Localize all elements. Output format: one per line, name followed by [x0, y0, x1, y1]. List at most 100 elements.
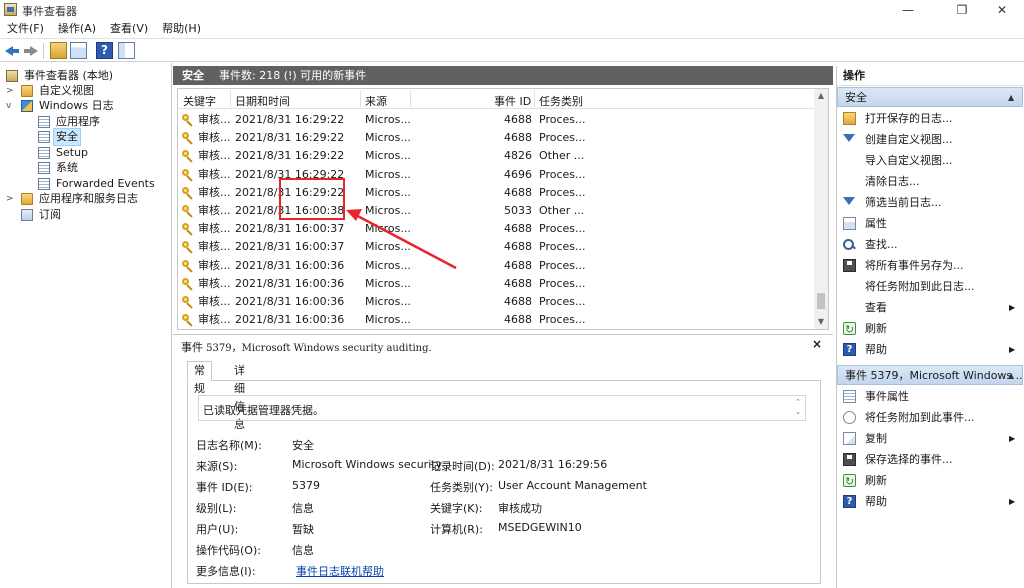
key-icon: [182, 241, 194, 253]
action-import-custom-view[interactable]: 导入自定义视图...: [837, 150, 1023, 171]
action-refresh[interactable]: 刷新: [837, 318, 1023, 340]
column-datetime[interactable]: 日期和时间: [235, 93, 290, 109]
action-copy[interactable]: 复制 ▶: [837, 428, 1023, 449]
action-create-custom-view[interactable]: 创建自定义视图...: [837, 129, 1023, 150]
collapse-up-icon[interactable]: ▲: [1008, 88, 1014, 106]
action-filter-current-log[interactable]: 筛选当前日志...: [837, 192, 1023, 213]
label-more-info: 更多信息(I):: [196, 565, 256, 578]
back-arrow-icon[interactable]: [4, 42, 21, 59]
description-scroll-arrows-icon[interactable]: ⌃ ⌄: [791, 397, 805, 419]
table-row[interactable]: 审核... 2021/8/31 16:00:36 Micros... 4688 Proc…: [178, 275, 814, 293]
action-properties[interactable]: 属性: [837, 213, 1023, 234]
cell-task-category: Proces...: [539, 131, 586, 145]
event-description: 已读取凭据管理器凭据。: [203, 404, 324, 417]
cell-keywords: 审核...: [198, 313, 231, 327]
menu-view[interactable]: 查看(V): [103, 20, 155, 38]
table-row[interactable]: 审核... 2021/8/31 16:00:36 Micros... 4688 Proc…: [178, 257, 814, 275]
close-button[interactable]: ✕: [980, 0, 1024, 20]
navigation-tree: 事件查看器 (本地) > 自定义视图 v Windows 日志 应用程序 安全 …: [0, 63, 172, 588]
menu-bar: 文件(F) 操作(A) 查看(V) 帮助(H): [0, 20, 1024, 38]
action-label: 查看: [865, 301, 887, 314]
chevron-down-icon[interactable]: v: [6, 98, 11, 114]
table-row[interactable]: 审核... 2021/8/31 16:29:22 Micros... 4826 Othe…: [178, 147, 814, 165]
column-divider[interactable]: [230, 91, 231, 107]
online-help-link[interactable]: 事件日志联机帮助: [296, 563, 384, 579]
tab-details[interactable]: 详细信息: [227, 361, 252, 431]
chevron-right-icon[interactable]: >: [6, 83, 14, 99]
cell-keywords: 审核...: [198, 149, 231, 163]
cell-datetime: 2021/8/31 16:00:36: [235, 276, 345, 290]
table-row[interactable]: 审核... 2021/8/31 16:29:22 Micros... 4688 Proc…: [178, 111, 814, 129]
table-row[interactable]: 审核... 2021/8/31 16:00:36 Micros... 4688 Proc…: [178, 311, 814, 329]
column-divider[interactable]: [360, 91, 361, 107]
actions-section-log[interactable]: 安全 ▲: [837, 87, 1023, 107]
event-description-box[interactable]: 已读取凭据管理器凭据。 ⌃ ⌄: [198, 395, 806, 421]
windows-logs-icon: [21, 100, 33, 112]
action-attach-task-to-event[interactable]: 将任务附加到此事件...: [837, 407, 1023, 428]
scroll-up-icon[interactable]: ▲: [814, 89, 828, 103]
value-level: 信息: [292, 502, 314, 515]
value-log-name: 安全: [292, 439, 314, 452]
menu-action[interactable]: 操作(A): [51, 20, 103, 38]
event-list-scrollbar[interactable]: ▲ ▼: [814, 89, 828, 329]
action-save-selected-events[interactable]: 保存选择的事件...: [837, 449, 1023, 470]
event-list-header: 关键字 日期和时间 来源 事件 ID 任务类别: [178, 89, 814, 109]
column-event-id[interactable]: 事件 ID: [494, 93, 531, 109]
table-row[interactable]: 审核... 2021/8/31 16:00:38 Micros... 5033 Othe…: [178, 202, 814, 220]
value-logged: 2021/8/31 16:29:56: [498, 458, 608, 471]
table-row[interactable]: 审核... 2021/8/31 16:29:22 Micros... 4696 Proc…: [178, 166, 814, 184]
scroll-down-icon[interactable]: ▼: [814, 315, 828, 329]
table-row[interactable]: 审核... 2021/8/31 16:29:22 Micros... 4688 Proc…: [178, 184, 814, 202]
column-task-category[interactable]: 任务类别: [539, 93, 583, 109]
menu-help[interactable]: 帮助(H): [155, 20, 208, 38]
label-level: 级别(L):: [196, 502, 237, 515]
table-row[interactable]: 审核... 2021/8/31 16:00:37 Micros... 4688 Proc…: [178, 238, 814, 256]
show-hide-action-pane-icon[interactable]: [118, 42, 135, 59]
action-event-properties[interactable]: 事件属性: [837, 386, 1023, 407]
action-event-help[interactable]: ? 帮助 ▶: [837, 491, 1023, 512]
help-icon[interactable]: ?: [96, 42, 113, 59]
table-row[interactable]: 审核... 2021/8/31 16:29:22 Micros... 4688 Proc…: [178, 129, 814, 147]
menu-file[interactable]: 文件(F): [0, 20, 51, 38]
actions-section-event[interactable]: 事件 5379，Microsoft Windows ... ▲: [837, 365, 1023, 385]
action-find[interactable]: 查找...: [837, 234, 1023, 255]
up-folder-icon[interactable]: [50, 42, 67, 59]
cell-keywords: 审核...: [198, 258, 231, 272]
column-divider[interactable]: [534, 91, 535, 107]
minimize-button[interactable]: —: [886, 0, 930, 20]
log-icon: [38, 162, 50, 174]
action-label: 导入自定义视图...: [865, 154, 953, 167]
cell-source: Micros...: [365, 185, 411, 199]
action-save-all-events[interactable]: 将所有事件另存为...: [837, 255, 1023, 276]
tab-general[interactable]: 常规: [187, 361, 212, 395]
cell-task-category: Proces...: [539, 276, 586, 290]
action-help[interactable]: ? 帮助 ▶: [837, 339, 1023, 360]
table-row[interactable]: 审核... 2021/8/31 16:00:37 Micros... 4688 Proc…: [178, 220, 814, 238]
label-keywords: 关键字(K):: [430, 502, 483, 515]
tree-item-label: 安全: [53, 128, 81, 146]
log-icon: [38, 131, 50, 143]
collapse-up-icon[interactable]: ▲: [1008, 366, 1014, 384]
column-divider[interactable]: [410, 91, 411, 107]
show-hide-tree-icon[interactable]: [70, 42, 87, 59]
key-icon: [182, 205, 194, 217]
action-view[interactable]: 查看 ▶: [837, 297, 1023, 318]
forward-arrow-icon[interactable]: [22, 42, 39, 59]
cell-keywords: 审核...: [198, 295, 231, 308]
action-open-saved-log[interactable]: 打开保存的日志...: [837, 108, 1023, 129]
action-clear-log[interactable]: 清除日志...: [837, 171, 1023, 192]
close-icon[interactable]: ×: [810, 337, 824, 351]
scroll-thumb[interactable]: [817, 293, 825, 309]
key-icon: [182, 223, 194, 235]
cell-keywords: 审核...: [198, 113, 231, 126]
table-row[interactable]: 审核... 2021/8/31 16:00:36 Micros... 4688 Proc…: [178, 293, 814, 311]
maximize-button[interactable]: ❐: [940, 0, 984, 20]
column-source[interactable]: 来源: [365, 93, 387, 109]
event-viewer-icon: [6, 70, 18, 82]
action-event-refresh[interactable]: 刷新: [837, 470, 1023, 492]
cell-task-category: Proces...: [539, 222, 586, 236]
action-attach-task-to-log[interactable]: 将任务附加到此日志...: [837, 276, 1023, 297]
chevron-right-icon[interactable]: >: [6, 191, 14, 207]
highlight-box-annotation: [279, 178, 345, 220]
column-keywords[interactable]: 关键字: [183, 93, 216, 109]
